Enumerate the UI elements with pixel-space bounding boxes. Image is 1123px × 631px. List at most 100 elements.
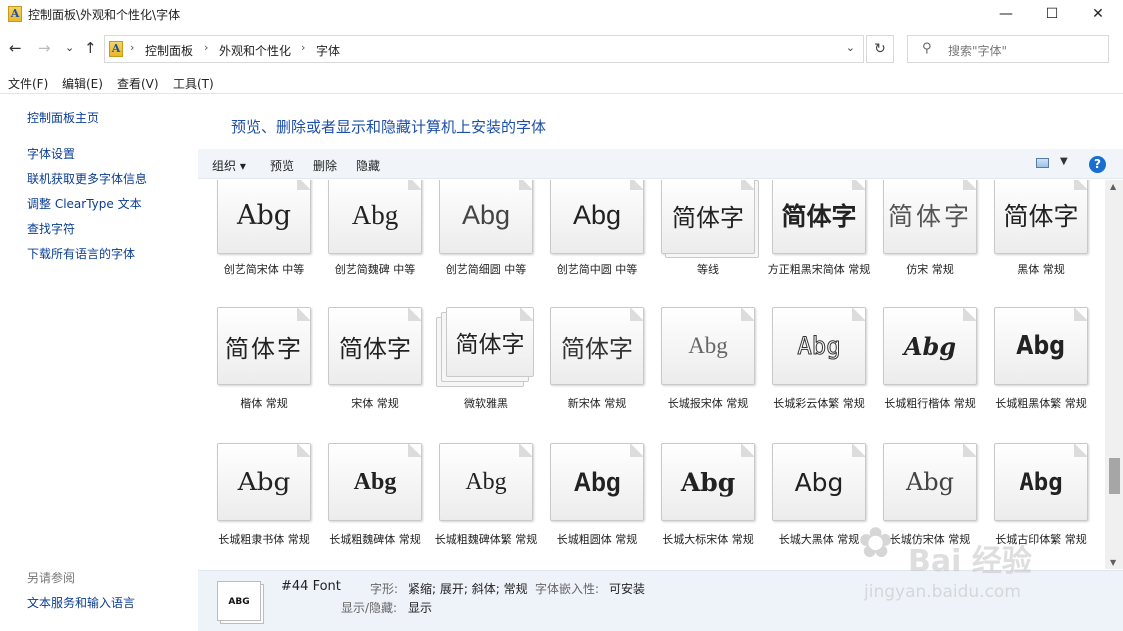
font-item[interactable]: Abg 长城大黑体 常规 [753,443,866,569]
font-item[interactable]: Abg 创艺简宋体 中等 [198,180,311,313]
menu-edit[interactable]: 编辑(E) [62,75,103,92]
embeddability-label: 字体嵌入性: [535,582,600,596]
scrollbar-thumb[interactable] [1109,458,1120,494]
font-item[interactable]: Abg 长城粗黑体繁 常规 [975,307,1088,444]
main-content: 预览、删除或者显示和隐藏计算机上安装的字体 组织 ▾ 预览 删除 隐藏 ▼ ? … [198,95,1123,631]
fonts-folder-icon: A [109,41,123,57]
control-panel-home-link[interactable]: 控制面板主页 [27,109,99,126]
selected-font-thumbnail: ABG [217,581,261,621]
style-value: 紧缩; 展开; 斜体; 常规 [408,582,528,596]
font-preview: 简体字 [217,307,311,385]
details-pane: ABG #44 Font 字形: 紧缩; 展开; 斜体; 常规 字体嵌入性: 可… [198,570,1123,631]
font-item[interactable]: Abg 创艺简魏碑 中等 [309,180,422,313]
font-item[interactable]: Abg 创艺简中圆 中等 [531,180,644,313]
breadcrumb-fonts[interactable]: 字体 [316,42,340,59]
address-bar[interactable]: A › 控制面板 › 外观和个性化 › 字体 ⌄ [104,35,864,63]
chevron-right-icon[interactable]: › [204,41,208,54]
font-item[interactable]: Abg 创艺简细圆 中等 [420,180,533,313]
style-label: 字形: [370,582,399,596]
window-title: 控制面板\外观和个性化\字体 [28,8,181,22]
font-name: 创艺简宋体 中等 [223,263,305,276]
font-item[interactable]: 简体字 黑体 常规 [975,180,1088,313]
maximize-button[interactable]: ☐ [1029,0,1075,28]
search-icon: ⚲ [922,41,932,56]
font-preview: Abg [439,443,533,521]
menu-file[interactable]: 文件(F) [8,75,48,92]
find-character-link[interactable]: 查找字符 [27,220,75,237]
font-item[interactable]: 简体字 微软雅黑 [420,307,534,444]
close-button[interactable]: ✕ [1075,0,1121,28]
chevron-down-icon[interactable]: ⌄ [846,41,855,54]
fonts-folder-icon: A [8,6,22,22]
font-item[interactable]: Abg 长城仿宋体 常规 [864,443,977,569]
font-item[interactable]: Abg 长城彩云体繁 常规 [753,307,866,444]
menu-view[interactable]: 查看(V) [117,75,159,92]
chevron-right-icon[interactable]: › [301,41,305,54]
font-name: 仿宋 常规 [906,263,954,276]
delete-button[interactable]: 删除 [313,157,337,174]
font-preview: 简体字 [446,307,534,377]
page-title: 预览、删除或者显示和隐藏计算机上安装的字体 [231,118,547,136]
embeddability-value: 可安装 [609,582,646,596]
font-name: 长城粗行楷体 常规 [884,397,976,410]
font-name: 长城大黑体 常规 [778,533,860,546]
font-item[interactable]: Abg 长城粗魏碑体 常规 [309,443,422,569]
minimize-button[interactable]: — [983,0,1029,28]
menu-tools[interactable]: 工具(T) [173,75,214,92]
organize-button[interactable]: 组织 ▾ [212,157,246,174]
font-item[interactable]: 简体字 楷体 常规 [198,307,311,444]
font-item[interactable]: Abg 长城粗圆体 常规 [531,443,644,569]
font-item[interactable]: Abg 长城粗隶书体 常规 [198,443,311,569]
left-navigation-pane: 控制面板主页 字体设置 联机获取更多字体信息 调整 ClearType 文本 查… [0,95,198,631]
font-name: 长城粗圆体 常规 [556,533,638,546]
scroll-up-arrow-icon[interactable]: ▲ [1110,182,1116,191]
back-arrow-icon[interactable]: ← [9,39,22,57]
scroll-down-arrow-icon[interactable]: ▼ [1110,558,1116,567]
font-item[interactable]: 简体字 方正粗黑宋简体 常规 [753,180,870,313]
font-item[interactable]: Abg 长城古印体繁 常规 [975,443,1088,569]
command-toolbar: 组织 ▾ 预览 删除 隐藏 ▼ ? [198,149,1123,179]
menu-bar: 文件(F) 编辑(E) 查看(V) 工具(T) [0,72,1123,94]
get-more-fonts-link[interactable]: 联机获取更多字体信息 [27,170,147,187]
recent-locations-chevron-icon[interactable]: ⌄ [65,41,74,54]
font-item[interactable]: Abg 长城粗魏碑体繁 常规 [420,443,537,569]
font-item[interactable]: Abg 长城大标宋体 常规 [642,443,755,569]
selected-font-name: #44 Font [281,579,341,594]
chevron-right-icon[interactable]: › [130,41,134,54]
visibility-value: 显示 [408,601,433,615]
visibility-label: 显示/隐藏: [341,601,398,615]
search-input[interactable]: ⚲ 搜索"字体" [907,35,1109,63]
forward-arrow-icon[interactable]: → [38,39,51,57]
text-services-link[interactable]: 文本服务和输入语言 [27,594,135,611]
font-item[interactable]: Abg 长城粗行楷体 常规 [864,307,977,444]
refresh-button[interactable]: ↻ [866,35,894,63]
preview-button[interactable]: 预览 [270,157,294,174]
font-preview: Abg [550,443,644,521]
hide-button[interactable]: 隐藏 [356,157,380,174]
font-settings-link[interactable]: 字体设置 [27,145,75,162]
font-preview: Abg [772,443,866,521]
cleartype-link[interactable]: 调整 ClearType 文本 [27,195,142,212]
font-item[interactable]: 简体字 仿宋 常规 [864,180,977,313]
font-preview: Abg [328,443,422,521]
breadcrumb-appearance[interactable]: 外观和个性化 [219,42,291,59]
font-item[interactable]: 简体字 新宋体 常规 [531,307,644,444]
view-options-chevron-icon[interactable]: ▼ [1060,156,1068,167]
font-item[interactable]: 简体字 宋体 常规 [309,307,422,444]
font-name: 长城古印体繁 常规 [995,533,1087,546]
font-name: 长城粗隶书体 常规 [218,533,310,546]
breadcrumb-control-panel[interactable]: 控制面板 [145,42,193,59]
font-preview: 简体字 [328,307,422,385]
font-name: 宋体 常规 [351,397,399,410]
change-view-icon[interactable] [1036,158,1049,168]
help-icon[interactable]: ? [1089,156,1106,173]
font-item[interactable]: 简体字 等线 [642,180,755,313]
font-name: 长城仿宋体 常规 [889,533,971,546]
font-preview: 简体字 [772,180,866,254]
vertical-scrollbar[interactable]: ▲ ▼ [1105,180,1123,569]
download-fonts-link[interactable]: 下载所有语言的字体 [27,245,135,262]
up-arrow-icon[interactable]: ↑ [84,39,97,57]
font-item[interactable]: Abg 长城报宋体 常规 [642,307,755,444]
font-preview: Abg [772,307,866,385]
font-preview: Abg [217,180,311,254]
